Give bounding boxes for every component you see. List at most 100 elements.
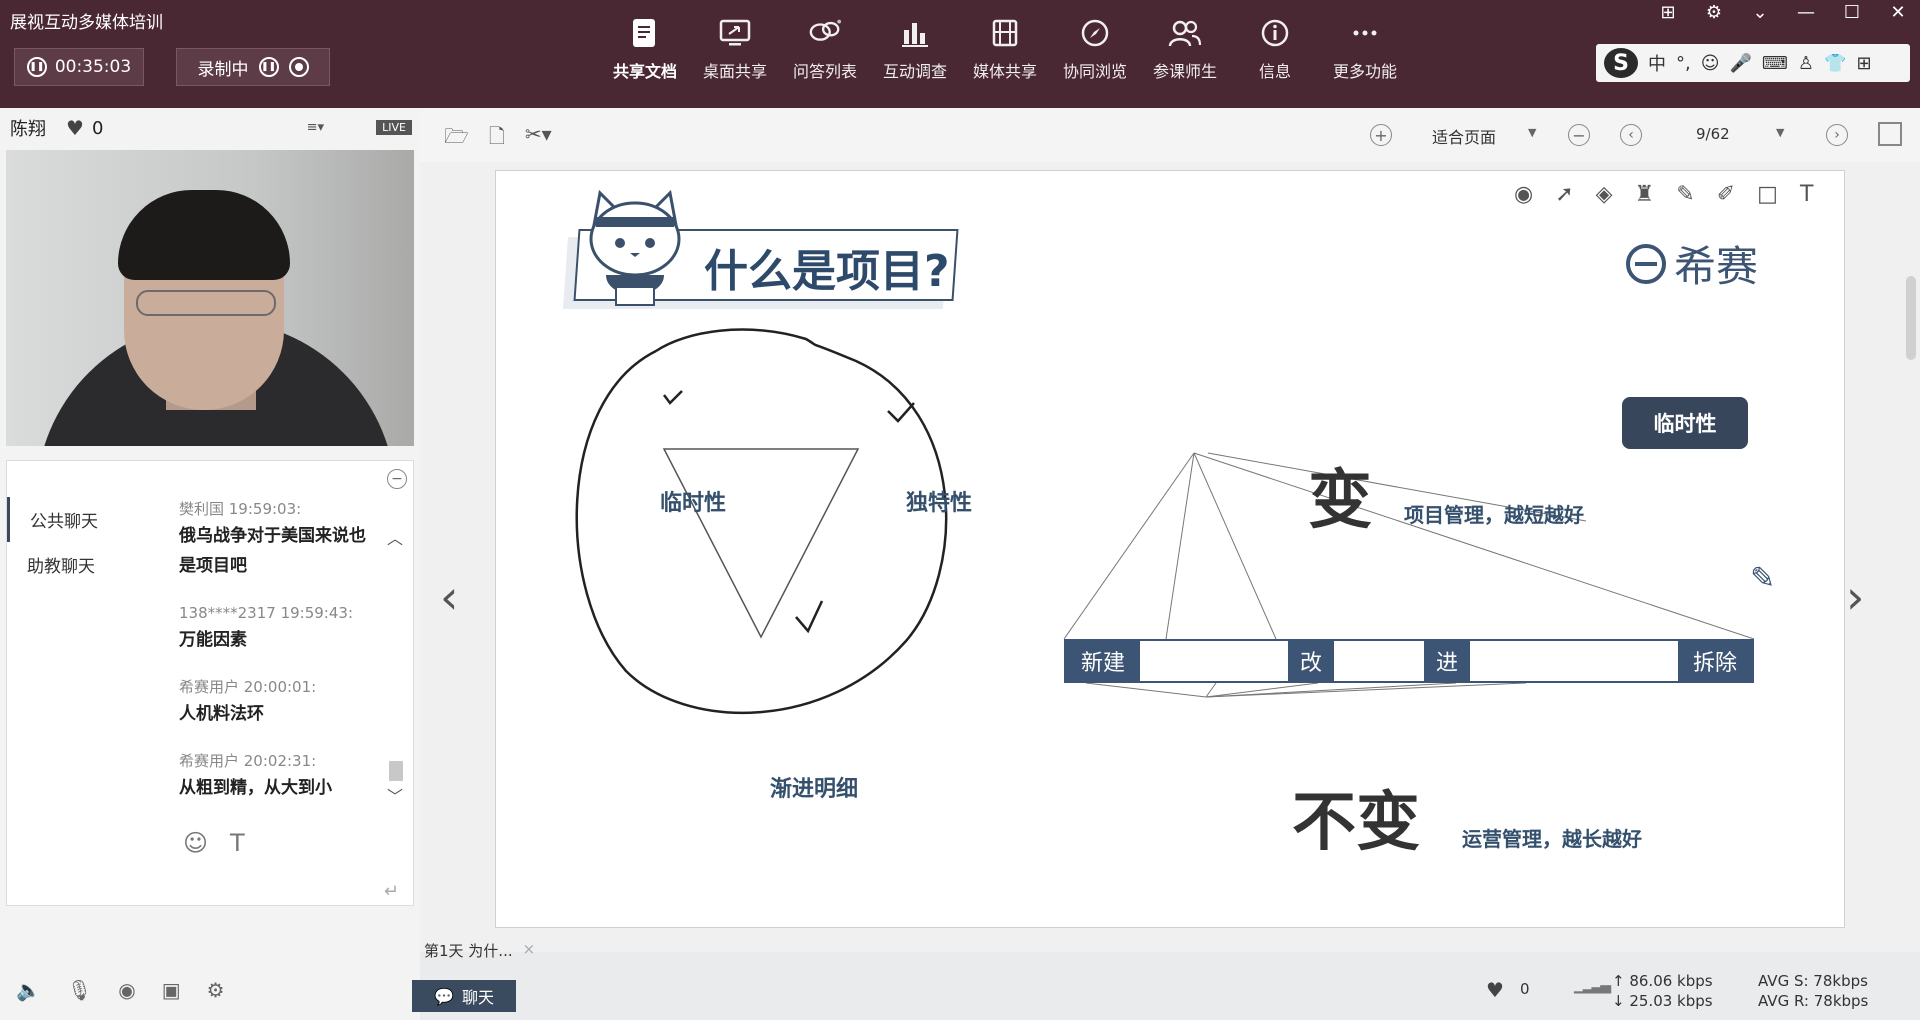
bar-segment-improve: 进 [1424, 641, 1470, 681]
tool-survey[interactable]: 互动调查 [870, 16, 960, 96]
speaker-icon[interactable]: 🔈 [16, 978, 41, 1002]
check-mark-1 [663, 390, 683, 405]
title-bar: 展视互动多媒体培训 ❚❚ 00:35:03 录制中 ❚❚ 共享文档 桌面共享 问… [0, 0, 1920, 108]
mic-icon[interactable]: 🎤 [1730, 53, 1752, 74]
send-enter-icon[interactable]: ↵ [384, 881, 399, 902]
tab-public-chat[interactable]: 公共聊天 [7, 497, 157, 542]
left-panel: 陈翔 ♥ 0 ≡▾ LIVE − 公共聊天 助教聊天 樊利国 19:59:03:… [0, 108, 420, 1020]
session-timer: 00:35:03 [54, 57, 132, 77]
brand-logo: 希赛 [1626, 233, 1758, 294]
chevron-down-icon[interactable]: ▼ [1776, 126, 1784, 139]
minimize-icon[interactable]: — [1792, 2, 1820, 23]
upload-rate: ↑ 86.06 kbps [1612, 972, 1713, 990]
settings-gear-icon[interactable]: ⚙ [207, 978, 225, 1002]
folder-open-icon[interactable]: 🗁 [444, 122, 469, 156]
nochange-title: 不变 [1292, 786, 1420, 860]
settings-gear-icon[interactable]: ⚙ [1700, 2, 1728, 23]
message-list: 樊利国 19:59:03: 俄乌战争对于美国来说也是项目吧 138****231… [179, 497, 369, 823]
chevron-down-icon[interactable]: ⌄ [1746, 2, 1774, 23]
doc-scrollbar[interactable] [1906, 276, 1916, 360]
collapse-minus-icon[interactable]: − [387, 469, 407, 489]
record-pause-icon[interactable]: ❚❚ [258, 57, 279, 77]
page-indicator[interactable]: 9/62 [1696, 125, 1730, 143]
close-icon[interactable]: ✕ [1884, 2, 1912, 23]
slide-canvas[interactable]: 什么是项目? 希赛 临时性 临时性 独特性 渐进明细 变 项目管理，越短越好 新… [495, 170, 1845, 928]
tool-qa-list[interactable]: 问答列表 [780, 16, 870, 96]
record-stop-icon[interactable] [288, 57, 309, 77]
highlighter-icon[interactable]: ✐ [1717, 182, 1735, 207]
chat-tools: ☺ T [183, 829, 245, 857]
list-menu-icon[interactable]: ≡▾ [307, 120, 324, 135]
keyboard-icon[interactable]: ⌨ [1762, 53, 1788, 74]
fullscreen-icon[interactable] [1878, 122, 1902, 146]
tool-media-share[interactable]: 媒体共享 [960, 16, 1050, 96]
mic-icon[interactable]: 🎙 [67, 978, 92, 1002]
cursor-arrow-icon[interactable]: ➚ [1555, 182, 1573, 207]
text-format-icon[interactable]: T [230, 829, 245, 857]
grid-icon[interactable]: ⊞ [1856, 53, 1871, 74]
close-tab-icon[interactable]: × [523, 940, 536, 961]
presenter-name: 陈翔 [10, 119, 46, 140]
chat-scrollbar[interactable] [389, 761, 403, 781]
fan-line [1193, 452, 1277, 640]
tool-co-browse[interactable]: 协同浏览 [1050, 16, 1140, 96]
media-controls: 🔈 🎙 ◉ ▣ ⚙ [16, 978, 225, 1002]
clear-brush-icon[interactable]: ♜ [1635, 182, 1655, 207]
scissors-icon[interactable]: ✂▾ [525, 122, 552, 156]
next-page-icon[interactable]: › [1826, 124, 1848, 146]
fan-line [1165, 452, 1195, 640]
tool-desktop-share[interactable]: 桌面共享 [690, 16, 780, 96]
camera-icon[interactable]: ◉ [118, 978, 135, 1002]
maximize-icon[interactable]: ☐ [1838, 2, 1866, 23]
chevron-down-icon[interactable]: ▼ [1528, 126, 1536, 139]
heart-icon[interactable]: ♥ [1486, 978, 1504, 1002]
pause-icon: ❚❚ [26, 57, 47, 77]
emoji-icon[interactable]: ☺ [1701, 53, 1720, 74]
tool-more[interactable]: 更多功能 [1320, 16, 1410, 96]
punctuation-icon[interactable]: °, [1676, 53, 1691, 74]
prev-slide-chevron-icon[interactable]: ‹ [440, 570, 458, 624]
eraser-icon[interactable]: ◈ [1596, 182, 1613, 207]
chat-tabs: 公共聊天 助教聊天 [7, 497, 157, 587]
rectangle-icon[interactable]: □ [1757, 182, 1778, 207]
pencil-icon[interactable]: ✎ [1750, 561, 1775, 596]
scroll-down-icon[interactable]: ﹀ [387, 783, 403, 807]
person-icon[interactable]: ♙ [1798, 53, 1814, 74]
chat-button[interactable]: 💬 聊天 [412, 980, 516, 1012]
users-icon [1168, 16, 1202, 50]
tab-assistant-chat[interactable]: 助教聊天 [7, 542, 157, 587]
cat-mascot-icon [589, 189, 681, 306]
pen-icon[interactable]: ✎ [1676, 182, 1694, 207]
tool-info[interactable]: 信息 [1230, 16, 1320, 96]
zoom-in-icon[interactable]: + [1370, 124, 1392, 146]
emoji-icon[interactable]: ☺ [183, 829, 208, 857]
annotation-circle [575, 328, 948, 714]
fit-page-select[interactable]: 适合页面 [1432, 124, 1496, 148]
zoom-out-icon[interactable]: − [1568, 124, 1590, 146]
scroll-up-icon[interactable]: ︿ [387, 525, 403, 549]
new-file-icon[interactable]: 🗋 [489, 122, 505, 156]
label-unique: 独特性 [906, 491, 973, 516]
screenshot-icon[interactable]: ▣ [162, 978, 181, 1002]
layout-icon[interactable]: ⊞ [1654, 2, 1682, 23]
ime-mode[interactable]: 中 [1648, 50, 1666, 76]
shirt-icon[interactable]: 👕 [1824, 53, 1846, 74]
recording-control[interactable]: 录制中 ❚❚ [176, 48, 330, 86]
document-tab-label: 第1天 为什... [424, 942, 513, 960]
laser-pointer-icon[interactable]: ◉ [1514, 182, 1533, 207]
tool-doc-share[interactable]: 共享文档 [600, 16, 690, 96]
text-tool-icon[interactable]: T [1800, 182, 1813, 207]
tool-participants[interactable]: 参课师生 [1140, 16, 1230, 96]
prev-page-icon[interactable]: ‹ [1620, 124, 1642, 146]
window-controls: ⊞ ⚙ ⌄ — ☐ ✕ [1654, 0, 1912, 24]
doc-toolbar: 🗁 🗋 ✂▾ + 适合页面 ▼ − ‹ 9/62 ▼ › [420, 108, 1920, 162]
change-subtitle: 项目管理，越短越好 [1404, 503, 1584, 527]
document-tab[interactable]: 第1天 为什... × [424, 940, 535, 961]
ime-toolbar[interactable]: S 中 °, ☺ 🎤 ⌨ ♙ 👕 ⊞ [1596, 44, 1910, 82]
change-title: 变 [1308, 464, 1372, 538]
heart-icon[interactable]: ♥ [66, 116, 84, 140]
media-film-icon [988, 16, 1022, 50]
next-slide-chevron-icon[interactable]: › [1846, 570, 1864, 624]
pause-timer-button[interactable]: ❚❚ 00:35:03 [14, 48, 144, 86]
fan-line [1085, 682, 1207, 698]
